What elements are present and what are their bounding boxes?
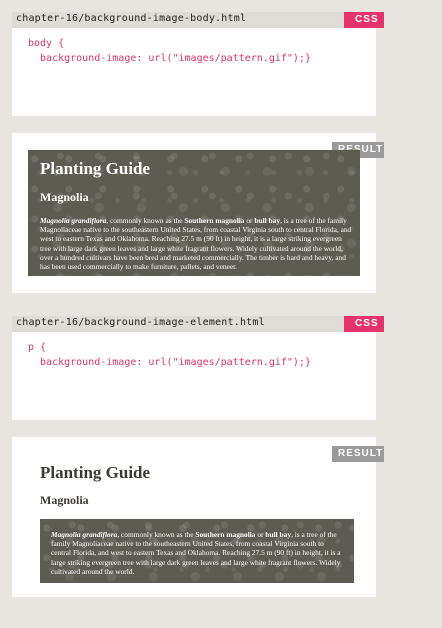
alt-name: bull bay <box>254 216 281 225</box>
code-line-1: p { <box>28 342 47 353</box>
demo-paragraph: Magnolia grandiflora, commonly known as … <box>51 530 345 576</box>
para-text-1: , commonly known as the <box>117 530 196 539</box>
code-header: chapter-16/background-image-element.html… <box>12 316 384 332</box>
code-filename: chapter-16/background-image-body.html <box>16 13 247 24</box>
code-line-2: background-image: url("images/pattern.gi… <box>28 53 311 64</box>
code-block: p { background-image: url("images/patter… <box>28 340 311 370</box>
para-text-2: or <box>244 216 255 225</box>
code-block: body { background-image: url("images/pat… <box>28 36 311 66</box>
code-header: chapter-16/background-image-body.html CS… <box>12 12 384 28</box>
demo-subheading: Magnolia <box>40 190 89 204</box>
para-text-3: , is a tree of the family Magnoliaceae n… <box>40 216 352 272</box>
code-filename: chapter-16/background-image-element.html <box>16 317 265 328</box>
demo-subheading: Magnolia <box>40 493 89 507</box>
result-panel-body: RESULT Planting Guide Magnolia Magnolia … <box>12 133 384 293</box>
result-panel-element: RESULT Planting Guide Magnolia Magnolia … <box>12 437 384 597</box>
common-name: Southern magnolia <box>184 216 245 225</box>
para-text-1: , commonly known as the <box>106 216 185 225</box>
code-panel-body: chapter-16/background-image-body.html CS… <box>12 12 384 116</box>
patterned-body-demo: Planting Guide Magnolia Magnolia grandif… <box>28 150 360 276</box>
demo-heading: Planting Guide <box>40 463 151 482</box>
css-tag: CSS <box>344 316 384 332</box>
demo-heading: Planting Guide <box>40 159 151 178</box>
species-name: Magnolia grandiflora <box>40 216 107 225</box>
para-text-2: or <box>255 530 266 539</box>
css-tag: CSS <box>344 12 384 28</box>
common-name: Southern magnolia <box>195 530 256 539</box>
species-name: Magnolia grandiflora <box>51 530 118 539</box>
alt-name: bull bay <box>265 530 292 539</box>
code-panel-element: chapter-16/background-image-element.html… <box>12 316 384 420</box>
patterned-paragraph-demo: Magnolia grandiflora, commonly known as … <box>40 519 354 583</box>
code-line-1: body { <box>28 38 65 49</box>
code-line-2: background-image: url("images/pattern.gi… <box>28 357 311 368</box>
demo-paragraph: Magnolia grandiflora, commonly known as … <box>40 216 354 271</box>
result-tag: RESULT <box>332 446 384 462</box>
